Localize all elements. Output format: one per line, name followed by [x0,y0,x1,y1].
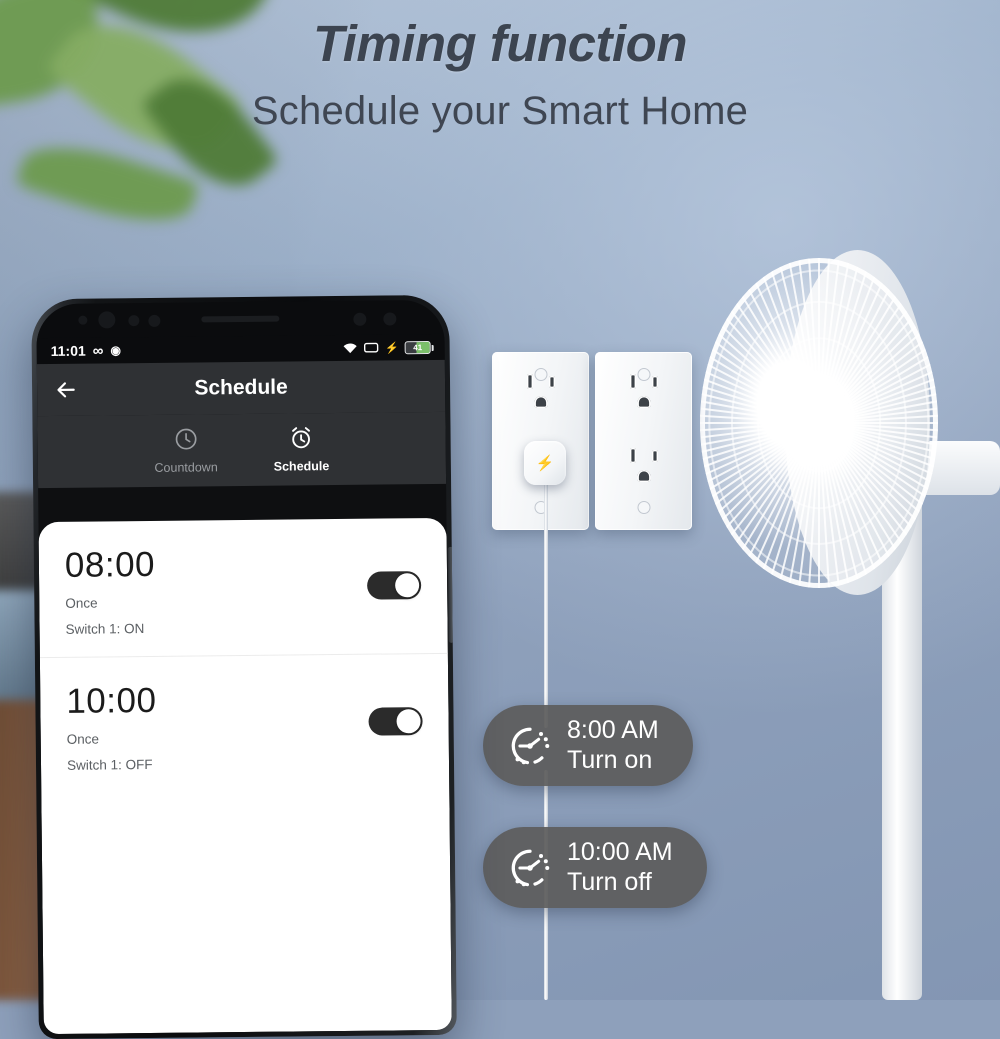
lightning-bolt-icon: ⚡ [535,455,555,472]
sensor-dot-icon [353,312,367,326]
badge-action: Turn off [567,867,652,896]
callout-badge-turn-on: 8:00 AM Turn on [483,705,693,786]
screw-icon [637,501,650,514]
sensor-dot-icon [78,315,88,325]
alarm-clock-icon [292,427,311,449]
status-time: 11:01 [50,342,86,360]
battery-level: 41 [413,342,423,352]
fan-grille-ring [708,269,930,577]
schedule-repeat: Once [66,731,100,747]
badge-time: 10:00 AM [567,838,673,866]
schedule-row[interactable]: 10:00 Once Switch 1: OFF [39,652,450,793]
headline-block: Timing function Schedule your Smart Home [0,14,1000,134]
phone-screen: 11:01 ∞ ◉ ⚡ 41 Schedule Countdown Schedu… [36,299,452,1035]
schedule-time: 08:00 [64,544,156,585]
battery-indicator: 41 [404,340,431,354]
power-cord [544,483,548,728]
front-camera-icon [98,311,116,329]
outlet-plate-right [595,352,692,530]
schedule-switch-state: Switch 1: ON [65,620,145,637]
badge-action: Turn on [567,745,653,774]
tab-countdown[interactable]: Countdown [154,426,218,475]
outlet-socket [514,374,568,420]
cast-icon [364,342,379,353]
tab-schedule-label: Schedule [273,459,330,474]
droplet-icon: ◉ [110,343,121,358]
schedule-switch-state: Switch 1: OFF [66,756,153,773]
app-header: Schedule [36,359,446,417]
page-subtitle: Schedule your Smart Home [251,89,749,133]
schedule-toggle[interactable] [367,571,422,601]
sensor-dot-icon [383,312,397,326]
fan-grille-ring [783,373,855,473]
app-screen-title: Schedule [194,375,288,400]
schedule-time: 10:00 [66,680,157,721]
toggle-knob [396,709,421,734]
callout-badge-turn-off: 10:00 AM Turn off [483,827,707,908]
badge-time: 8:00 AM [567,716,659,744]
outlet-socket [617,448,671,494]
pedestal-fan [700,245,1000,1000]
wifi-icon [343,342,358,353]
tab-schedule[interactable]: Schedule [273,425,329,474]
schedule-toggle[interactable] [368,707,423,736]
sensor-dot-icon [128,315,140,327]
wall-outlet-pair [492,352,692,530]
clock-icon [175,428,197,450]
schedule-repeat: Once [65,595,98,611]
smartphone-mockup: 11:01 ∞ ◉ ⚡ 41 Schedule Countdown Schedu… [31,294,457,1039]
schedule-row[interactable]: 08:00 Once Switch 1: ON [38,518,447,657]
schedule-list: 08:00 Once Switch 1: ON 10:00 Once Switc… [38,517,452,1035]
page-title: Timing function [312,15,688,72]
tab-countdown-label: Countdown [154,460,218,475]
toggle-knob [395,573,420,598]
phone-top-bezel [36,299,445,339]
infinity-icon: ∞ [92,341,104,360]
timer-clock-icon [511,849,550,886]
timer-clock-icon [511,727,550,764]
back-arrow-icon[interactable] [53,377,79,403]
outlet-socket [617,374,671,420]
fan-grille [700,258,938,588]
smart-plug-device: ⚡ [524,441,566,485]
sensor-dot-icon [148,314,161,327]
earpiece-speaker [201,315,280,323]
charging-bolt-icon: ⚡ [384,341,399,355]
tab-bar: Countdown Schedule [37,411,447,489]
